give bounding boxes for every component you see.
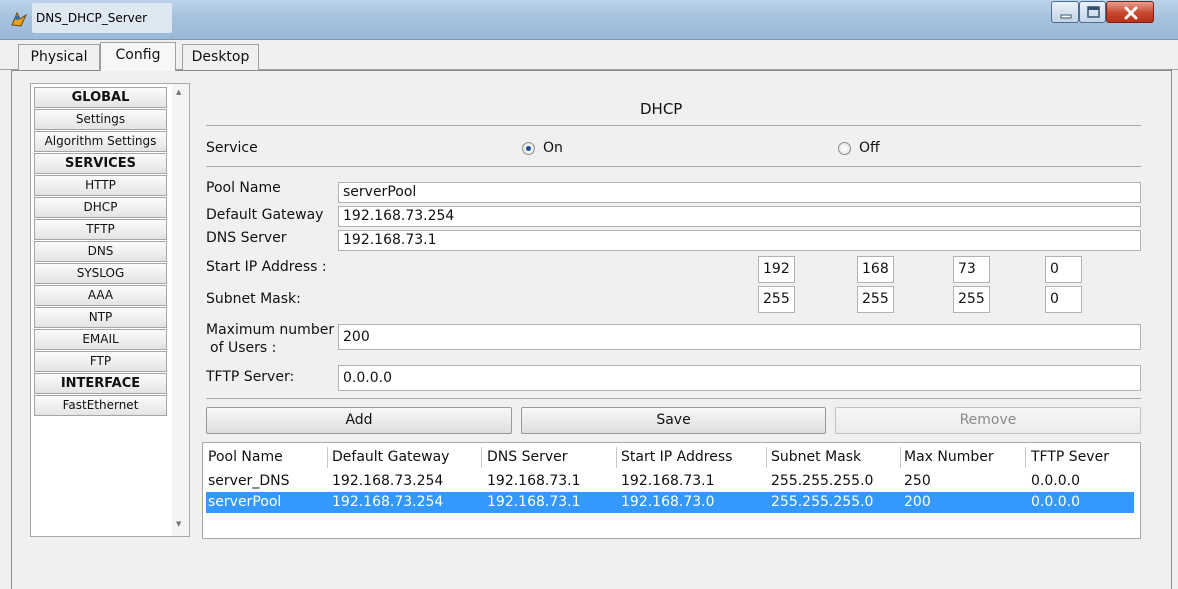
tab-bar: Physical Config Desktop bbox=[0, 40, 1178, 71]
max-users-field[interactable]: 200 bbox=[338, 324, 1141, 350]
column-header[interactable]: Pool Name bbox=[208, 447, 328, 468]
divider bbox=[206, 398, 1141, 399]
subnet-mask-octet-1[interactable]: 255 bbox=[758, 286, 795, 313]
sidebar-item-settings[interactable]: Settings bbox=[34, 109, 167, 130]
scroll-up-icon[interactable]: ▲ bbox=[176, 88, 181, 96]
sidebar-item-fastethernet[interactable]: FastEthernet bbox=[34, 395, 167, 416]
column-header[interactable]: TFTP Sever bbox=[1031, 447, 1131, 468]
table-cell: 200 bbox=[904, 494, 931, 510]
scroll-down-icon[interactable]: ▼ bbox=[176, 520, 181, 528]
start-ip-octet-2[interactable]: 168 bbox=[857, 256, 894, 283]
column-header[interactable]: Default Gateway bbox=[332, 447, 482, 468]
max-users-label-2: of Users : bbox=[210, 340, 277, 356]
table-header: Pool Name Default Gateway DNS Server Sta… bbox=[206, 447, 1134, 468]
table-row-selected[interactable]: serverPool 192.168.73.254 192.168.73.1 1… bbox=[206, 492, 1134, 513]
sidebar-list: GLOBAL Settings Algorithm Settings SERVICES… bbox=[34, 87, 167, 417]
column-header[interactable]: Max Number bbox=[904, 447, 1026, 468]
service-off-label[interactable]: Off bbox=[859, 140, 880, 156]
start-ip-label: Start IP Address : bbox=[206, 259, 327, 275]
sidebar-item-http[interactable]: HTTP bbox=[34, 175, 167, 196]
pool-table[interactable]: Pool Name Default Gateway DNS Server Sta… bbox=[202, 442, 1141, 539]
close-icon bbox=[1124, 6, 1138, 20]
sidebar-item-algorithm-settings[interactable]: Algorithm Settings bbox=[34, 131, 167, 152]
table-cell: 250 bbox=[904, 473, 931, 489]
sidebar-item-ftp[interactable]: FTP bbox=[34, 351, 167, 372]
sidebar-item-aaa[interactable]: AAA bbox=[34, 285, 167, 306]
subnet-mask-label: Subnet Mask: bbox=[206, 291, 301, 307]
table-cell: 0.0.0.0 bbox=[1031, 473, 1080, 489]
table-cell: 255.255.255.0 bbox=[771, 494, 874, 510]
config-sidebar: GLOBAL Settings Algorithm Settings SERVICES… bbox=[30, 83, 190, 537]
dns-server-field[interactable]: 192.168.73.1 bbox=[338, 230, 1141, 251]
maximize-button[interactable] bbox=[1079, 1, 1106, 23]
service-on-label[interactable]: On bbox=[543, 140, 563, 156]
maximize-icon bbox=[1087, 6, 1100, 18]
table-cell: 192.168.73.254 bbox=[332, 494, 444, 510]
table-cell: server_DNS bbox=[208, 473, 290, 489]
subnet-mask-octet-2[interactable]: 255 bbox=[857, 286, 894, 313]
start-ip-octet-4[interactable]: 0 bbox=[1045, 256, 1082, 283]
sidebar-item-global: GLOBAL bbox=[34, 87, 167, 108]
sidebar-scrollbar[interactable]: ▲ ▼ bbox=[172, 84, 189, 536]
add-button[interactable]: Add bbox=[206, 407, 512, 434]
window-title: DNS_DHCP_Server bbox=[32, 3, 172, 33]
sidebar-item-tftp[interactable]: TFTP bbox=[34, 219, 167, 240]
close-button[interactable] bbox=[1106, 1, 1154, 23]
column-header[interactable]: Start IP Address bbox=[621, 447, 767, 468]
table-cell: 192.168.73.1 bbox=[487, 473, 581, 489]
sidebar-item-dns[interactable]: DNS bbox=[34, 241, 167, 262]
tftp-server-field[interactable]: 0.0.0.0 bbox=[338, 365, 1141, 391]
minimize-icon bbox=[1060, 14, 1072, 19]
sidebar-item-ntp[interactable]: NTP bbox=[34, 307, 167, 328]
table-cell: 192.168.73.0 bbox=[621, 494, 715, 510]
table-cell: serverPool bbox=[208, 494, 282, 510]
sidebar-item-syslog[interactable]: SYSLOG bbox=[34, 263, 167, 284]
tftp-server-label: TFTP Server: bbox=[206, 369, 295, 385]
table-cell: 192.168.73.1 bbox=[621, 473, 715, 489]
table-cell: 255.255.255.0 bbox=[771, 473, 874, 489]
service-on-radio[interactable] bbox=[522, 142, 535, 155]
sidebar-item-dhcp[interactable]: DHCP bbox=[34, 197, 167, 218]
packet-tracer-icon bbox=[10, 10, 28, 28]
table-cell: 192.168.73.1 bbox=[487, 494, 581, 510]
table-cell: 0.0.0.0 bbox=[1031, 494, 1080, 510]
pool-name-label: Pool Name bbox=[206, 180, 281, 196]
table-cell: 192.168.73.254 bbox=[332, 473, 444, 489]
sidebar-item-services: SERVICES bbox=[34, 153, 167, 174]
dns-server-label: DNS Server bbox=[206, 230, 287, 246]
pool-name-field[interactable]: serverPool bbox=[338, 182, 1141, 203]
title-bar[interactable]: DNS_DHCP_Server bbox=[0, 0, 1178, 40]
sidebar-item-interface: INTERFACE bbox=[34, 373, 167, 394]
default-gateway-field[interactable]: 192.168.73.254 bbox=[338, 206, 1141, 227]
tab-physical[interactable]: Physical bbox=[18, 44, 100, 70]
column-header[interactable]: Subnet Mask bbox=[771, 447, 901, 468]
column-header[interactable]: DNS Server bbox=[487, 447, 617, 468]
start-ip-octet-1[interactable]: 192 bbox=[758, 256, 795, 283]
tab-desktop[interactable]: Desktop bbox=[182, 44, 259, 70]
save-button[interactable]: Save bbox=[521, 407, 826, 434]
minimize-button[interactable] bbox=[1051, 1, 1079, 23]
default-gateway-label: Default Gateway bbox=[206, 207, 324, 223]
max-users-label: Maximum number bbox=[206, 322, 335, 338]
divider bbox=[206, 166, 1141, 167]
tab-config[interactable]: Config bbox=[100, 42, 176, 71]
service-off-radio[interactable] bbox=[838, 142, 851, 155]
sidebar-item-email[interactable]: EMAIL bbox=[34, 329, 167, 350]
page-title: DHCP bbox=[640, 100, 683, 118]
subnet-mask-octet-3[interactable]: 255 bbox=[953, 286, 990, 313]
subnet-mask-octet-4[interactable]: 0 bbox=[1045, 286, 1082, 313]
divider bbox=[206, 125, 1141, 126]
remove-button[interactable]: Remove bbox=[835, 407, 1141, 434]
start-ip-octet-3[interactable]: 73 bbox=[953, 256, 990, 283]
service-label: Service bbox=[206, 140, 258, 156]
table-row[interactable]: server_DNS 192.168.73.254 192.168.73.1 1… bbox=[206, 471, 1134, 492]
